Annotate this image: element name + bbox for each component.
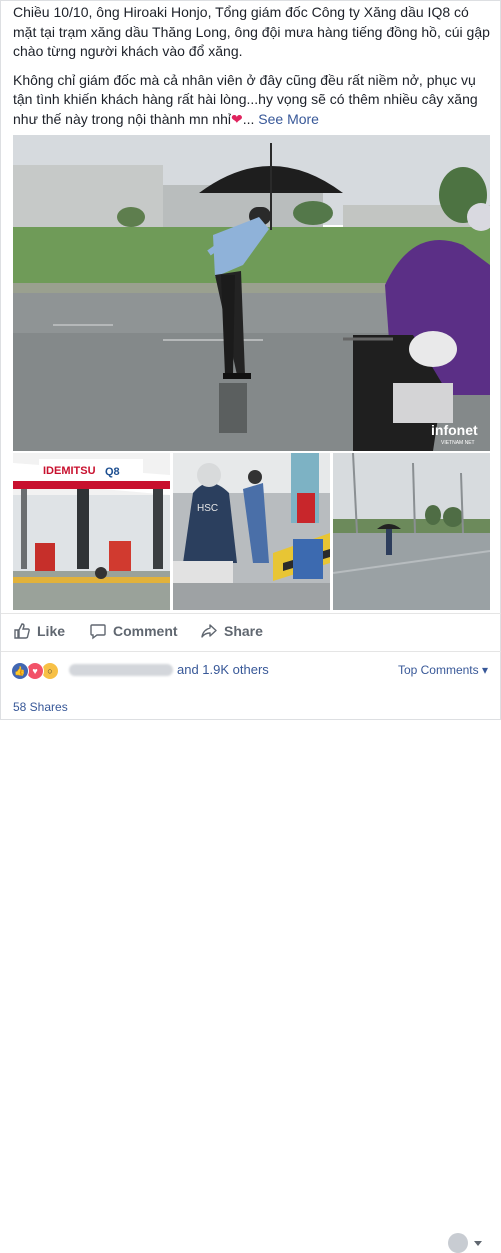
- post-paragraph-2: Không chỉ giám đốc mà cả nhân viên ở đây…: [13, 71, 491, 130]
- post-action-bar: Like Comment Share: [1, 613, 501, 1253]
- infonet-watermark: infonet: [431, 422, 478, 438]
- ellipsis: ...: [242, 110, 255, 127]
- q8-sign: Q8: [105, 466, 120, 478]
- like-button[interactable]: Like: [13, 622, 65, 640]
- hsc-shirt-text: HSC: [197, 503, 218, 514]
- infonet-watermark-sub: VIETNAM NET: [441, 440, 475, 446]
- top-comments-dropdown[interactable]: Top Comments ▾: [398, 663, 488, 677]
- comment-label: Comment: [113, 623, 178, 639]
- share-button[interactable]: Share: [200, 622, 263, 640]
- viewer-avatar: [448, 1233, 468, 1253]
- like-label: Like: [37, 623, 66, 639]
- reactions-row: 👍 ♥ ○ and 1.9K others Top Comments ▾: [1, 651, 501, 688]
- top-comments-label: Top Comments: [397, 663, 479, 677]
- share-arrow-icon: [201, 624, 217, 638]
- viewer-selector[interactable]: [448, 1233, 482, 1253]
- photo-thumbnail-3[interactable]: [333, 453, 490, 610]
- see-more-link[interactable]: See More: [258, 111, 319, 127]
- post-text: Chiều 10/10, ông Hiroaki Honjo, Tổng giá…: [13, 3, 491, 138]
- main-photo[interactable]: infonet VIETNAM NET: [13, 135, 490, 451]
- chevron-down-icon: [474, 1240, 482, 1246]
- share-label: Share: [224, 623, 263, 639]
- thumbs-up-icon: [14, 623, 30, 639]
- shares-count[interactable]: 58 Shares: [13, 700, 68, 714]
- reactor-name-blurred: [69, 664, 173, 676]
- photo-thumbnail-1[interactable]: IDEMITSU Q8: [13, 453, 170, 610]
- reaction-icons[interactable]: 👍 ♥ ○: [11, 662, 59, 680]
- photo-thumbnail-2[interactable]: HSC: [173, 453, 330, 610]
- reaction-count[interactable]: and 1.9K others: [177, 662, 269, 677]
- idemitsu-sign: IDEMITSU: [43, 465, 96, 477]
- comment-button[interactable]: Comment: [89, 622, 178, 640]
- comment-bubble-icon: [90, 624, 106, 640]
- facebook-post: Chiều 10/10, ông Hiroaki Honjo, Tổng giá…: [0, 0, 501, 1253]
- like-reaction-icon: 👍: [11, 662, 29, 680]
- heart-emoji-icon: ❤: [230, 110, 243, 127]
- post-paragraph-1: Chiều 10/10, ông Hiroaki Honjo, Tổng giá…: [13, 4, 490, 59]
- chevron-down-icon: ▾: [478, 663, 488, 677]
